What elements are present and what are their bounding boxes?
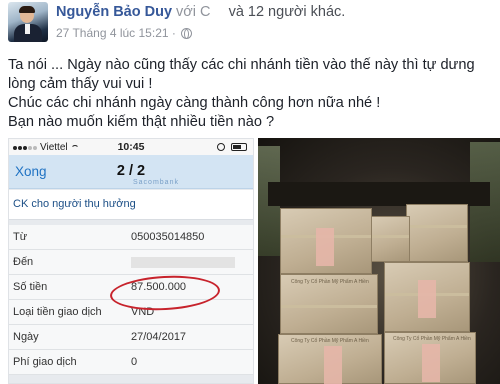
tagged-people-link[interactable]: và 12 người khác. [229,4,346,20]
alarm-icon [217,143,225,151]
phone-status-bar: Viettel 10:45 [9,139,253,155]
post-text: Ta nói ... Ngày nào cũng thấy các chi nh… [8,56,492,132]
box-label: Công Ty Cổ Phần Mỹ Phẩm A Hiền [291,279,369,285]
post-line: Bạn nào muốn kiếm thật nhiều tiền nào ? [8,114,275,130]
blurred-logo [324,346,342,384]
bank-logo: Sacombank [133,179,179,186]
author-line: Nguyễn Bảo Duy với C và 12 người khác. [56,4,345,20]
blurred-logo [316,228,334,266]
post-line: Chúc các chi nhánh ngày càng thành công … [8,95,381,111]
package-box: Công Ty Cổ Phần Mỹ Phẩm A Hiền [280,274,378,334]
with-text: với C [176,4,211,20]
row-label: Ngày [13,331,39,343]
blurred-logo [422,344,440,382]
author-avatar[interactable] [8,2,48,42]
post-line: Ta nói ... Ngày nào cũng thấy các chi nh… [8,57,475,73]
transfer-type-label: CK cho người thụ hưởng [13,198,136,210]
globe-icon[interactable] [180,27,192,39]
app-nav-bar: Xong 2 / 2 Sacombank [9,155,253,189]
post-line: lòng cảm thấy vui vui ! [8,76,153,92]
transfer-type-row: CK cho người thụ hưởng [9,190,253,220]
row-label: Từ [13,231,28,243]
row-value: 27/04/2017 [131,331,187,343]
table-row: Ngày 27/04/2017 [9,325,253,350]
table-row: Đến [9,250,253,275]
post-timestamp[interactable]: 27 Tháng 4 lúc 15:21 · [56,26,176,40]
package-box [370,216,410,262]
box-label: Công Ty Cổ Phần Mỹ Phẩm A Hiền [291,338,369,344]
boxes-in-van-photo[interactable]: Công Ty Cổ Phần Mỹ Phẩm A Hiền Công Ty C… [258,138,500,384]
row-value: 0 [131,356,138,368]
post-meta: 27 Tháng 4 lúc 15:21 · [56,26,192,40]
box-label: Công Ty Cổ Phần Mỹ Phẩm A Hiền [393,336,471,342]
table-row: Phí giao dịch 0 [9,350,253,375]
row-value: 050035014850 [131,231,205,243]
banking-screenshot-photo[interactable]: Viettel 10:45 Xong 2 / 2 Sacombank CK ch… [8,138,254,384]
redacted-account [131,257,235,268]
package-box [406,204,468,262]
row-label: Loại tiền giao dịch [13,306,102,318]
row-label: Đến [13,256,34,268]
blurred-logo [418,280,436,318]
van-roof [268,182,490,206]
page-indicator: 2 / 2 [116,163,146,179]
row-label: Phí giao dịch [13,356,77,368]
row-label: Số tiền [13,281,48,293]
post-header: Nguyễn Bảo Duy với C và 12 người khác. 2… [0,0,500,46]
battery-icon [231,143,247,151]
author-name-link[interactable]: Nguyễn Bảo Duy [56,4,172,20]
table-row: Từ 050035014850 [9,225,253,250]
